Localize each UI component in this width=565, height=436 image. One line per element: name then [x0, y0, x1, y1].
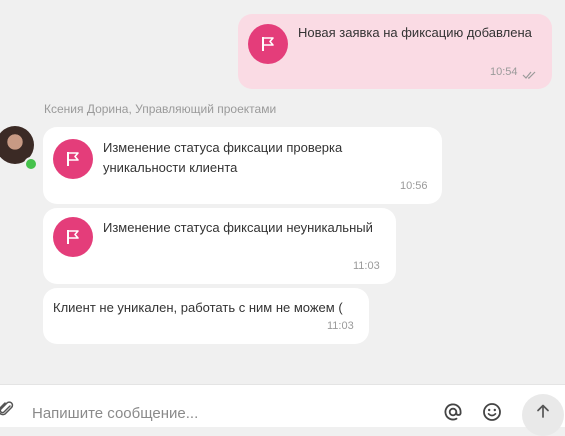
- flag-icon: [53, 139, 93, 179]
- message-time: 11:03: [327, 320, 354, 332]
- message-text: Изменение статуса фиксации проверка уник…: [103, 140, 343, 175]
- message-composer: Напишите сообщение...: [0, 384, 565, 427]
- message-input[interactable]: Напишите сообщение...: [32, 405, 198, 422]
- at-icon[interactable]: [442, 401, 464, 423]
- online-status-icon: [24, 157, 38, 171]
- message-time: 10:54: [490, 66, 518, 78]
- send-button[interactable]: [522, 394, 564, 436]
- message-text: Новая заявка на фиксацию добавлена: [298, 25, 532, 40]
- flag-icon: [248, 24, 288, 64]
- arrow-up-icon: [535, 403, 551, 419]
- incoming-message: Клиент не уникален, работать с ним не мо…: [43, 288, 369, 344]
- double-check-icon: [522, 67, 538, 85]
- outgoing-message: Новая заявка на фиксацию добавлена 10:54: [238, 14, 552, 89]
- message-text: Изменение статуса фиксации неуникальный: [103, 220, 373, 235]
- flag-icon: [53, 217, 93, 257]
- sender-name: Ксения Дорина, Управляющий проектами: [44, 102, 277, 116]
- paperclip-icon[interactable]: [0, 399, 16, 419]
- message-time: 11:03: [353, 260, 380, 272]
- message-time: 10:56: [400, 180, 428, 192]
- message-text: Клиент не уникален, работать с ним не мо…: [53, 300, 343, 315]
- incoming-message: Изменение статуса фиксации проверка уник…: [43, 127, 442, 204]
- emoji-icon[interactable]: [481, 401, 503, 423]
- incoming-message: Изменение статуса фиксации неуникальный …: [43, 208, 396, 284]
